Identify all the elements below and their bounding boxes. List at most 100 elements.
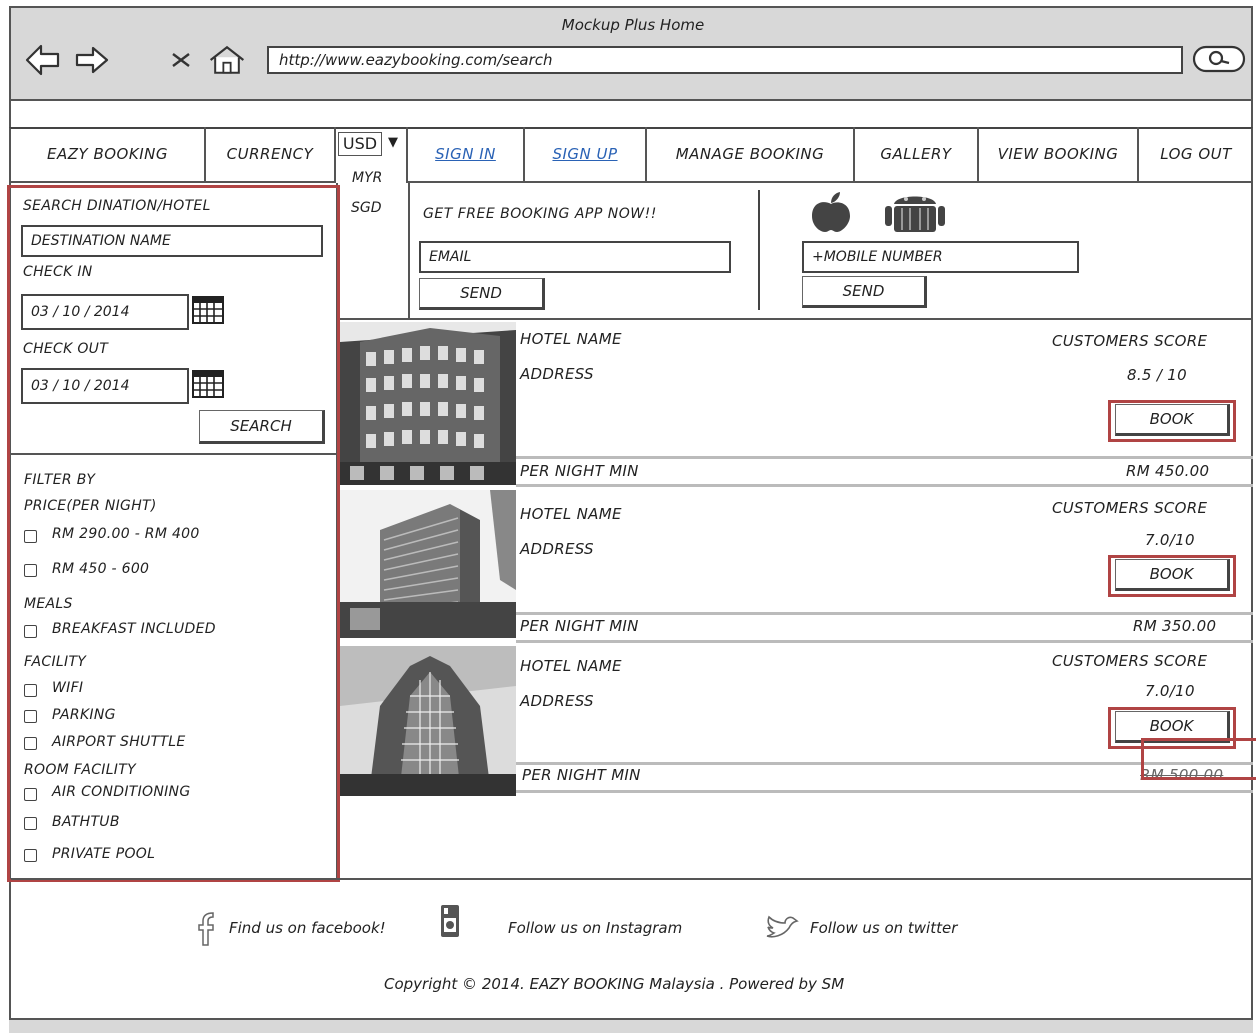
promo-divider-bottom — [336, 318, 1253, 320]
price-label: PER NIGHT MIN — [520, 617, 639, 635]
customers-score-label: CUSTOMERS SCORE — [1052, 499, 1208, 517]
room-option-2: BATHTUB — [52, 814, 120, 830]
nav-gallery[interactable]: GALLERY — [855, 127, 979, 183]
book-button[interactable]: BOOK — [1115, 404, 1230, 436]
customers-score: 8.5 / 10 — [1127, 366, 1187, 384]
price-label: PER NIGHT MIN — [520, 462, 639, 480]
url-bar[interactable]: http://www.eazybooking.com/search — [267, 46, 1183, 74]
book-button[interactable]: BOOK — [1115, 559, 1230, 591]
meals-heading: MEALS — [24, 596, 73, 612]
price-divider — [516, 790, 1253, 793]
email-send-button[interactable]: SEND — [419, 278, 545, 310]
chevron-down-icon[interactable]: ▼ — [388, 135, 398, 150]
price-checkbox-2[interactable] — [24, 564, 37, 577]
check-out-field[interactable]: 03 / 10 / 2014 — [21, 368, 189, 404]
nav-manage-booking[interactable]: MANAGE BOOKING — [647, 127, 855, 183]
meals-checkbox-1[interactable] — [24, 625, 37, 638]
toolbar-strip — [9, 99, 1253, 127]
back-icon[interactable] — [23, 42, 63, 78]
apple-icon[interactable] — [804, 190, 858, 234]
facebook-link[interactable]: Find us on facebook! — [229, 919, 386, 937]
price-divider — [516, 640, 1253, 643]
copyright-text: Copyright © 2014. EAZY BOOKING Malaysia … — [384, 975, 845, 993]
sign-up-link[interactable]: SIGN UP — [525, 127, 647, 183]
home-icon[interactable] — [207, 42, 247, 78]
facility-heading: FACILITY — [24, 654, 87, 670]
facility-checkbox-3[interactable] — [24, 737, 37, 750]
check-in-label: CHECK IN — [23, 264, 93, 280]
price-option-1: RM 290.00 - RM 400 — [52, 526, 200, 542]
sign-in-label[interactable]: SIGN IN — [435, 145, 496, 163]
facility-option-1: WIFI — [52, 680, 84, 696]
instagram-link[interactable]: Follow us on Instagram — [508, 919, 682, 937]
meals-option-1: BREAKFAST INCLUDED — [52, 621, 216, 637]
customers-score: 7.0/10 — [1145, 682, 1195, 700]
price-value: RM 350.00 — [1133, 617, 1217, 635]
calendar-icon[interactable] — [192, 370, 224, 398]
customers-score-label: CUSTOMERS SCORE — [1052, 332, 1208, 350]
twitter-link[interactable]: Follow us on twitter — [810, 919, 957, 937]
mobile-send-button[interactable]: SEND — [802, 276, 927, 308]
price-divider — [516, 612, 1253, 615]
room-facility-heading: ROOM FACILITY — [24, 762, 136, 778]
hotel-image[interactable] — [340, 490, 516, 638]
overflow-highlight — [1141, 738, 1256, 780]
promo-divider-left — [408, 183, 410, 320]
hotel-image[interactable] — [340, 646, 516, 796]
room-option-1: AIR CONDITIONING — [52, 784, 191, 800]
check-in-field[interactable]: 03 / 10 / 2014 — [21, 294, 189, 330]
facebook-icon[interactable] — [194, 912, 218, 946]
sidebar-separator — [11, 453, 337, 455]
facility-checkbox-2[interactable] — [24, 710, 37, 723]
price-label: PER NIGHT MIN — [522, 766, 641, 784]
hotel-name[interactable]: HOTEL NAME — [520, 330, 622, 348]
brand-logo[interactable]: EAZY BOOKING — [11, 127, 206, 183]
instagram-icon[interactable] — [440, 904, 460, 940]
hotel-address: ADDRESS — [520, 540, 594, 558]
facility-option-2: PARKING — [52, 707, 116, 723]
calendar-icon[interactable] — [192, 296, 224, 324]
destination-input[interactable]: DESTINATION NAME — [21, 225, 323, 257]
mobile-number-field[interactable]: +MOBILE NUMBER — [802, 241, 1079, 273]
close-icon[interactable] — [161, 42, 201, 78]
check-out-label: CHECK OUT — [23, 341, 109, 357]
price-divider — [516, 456, 1253, 459]
currency-option-sgd[interactable]: SGD — [351, 200, 382, 216]
customers-score: 7.0/10 — [1145, 531, 1195, 549]
currency-select[interactable]: USD — [338, 132, 382, 156]
customers-score-label: CUSTOMERS SCORE — [1052, 652, 1208, 670]
price-checkbox-1[interactable] — [24, 530, 37, 543]
room-checkbox-1[interactable] — [24, 788, 37, 801]
facility-checkbox-1[interactable] — [24, 684, 37, 697]
hotel-name[interactable]: HOTEL NAME — [520, 505, 622, 523]
room-option-3: PRIVATE POOL — [52, 846, 156, 862]
email-field[interactable]: EMAIL — [419, 241, 731, 273]
promo-text: GET FREE BOOKING APP NOW!! — [423, 206, 657, 222]
window-title: Mockup Plus Home — [561, 16, 705, 34]
hotel-address: ADDRESS — [520, 692, 594, 710]
search-icon[interactable] — [1192, 44, 1248, 74]
price-value: RM 450.00 — [1126, 462, 1210, 480]
sign-up-label[interactable]: SIGN UP — [552, 145, 617, 163]
room-checkbox-3[interactable] — [24, 849, 37, 862]
android-icon[interactable] — [880, 190, 950, 234]
promo-separator — [758, 190, 760, 310]
hotel-image[interactable] — [340, 322, 516, 485]
facility-option-3: AIRPORT SHUTTLE — [52, 734, 186, 750]
price-heading: PRICE(PER NIGHT) — [24, 498, 157, 514]
footer-divider — [11, 878, 1253, 880]
status-bar — [9, 1018, 1253, 1033]
hotel-address: ADDRESS — [520, 365, 594, 383]
search-button[interactable]: SEARCH — [199, 410, 325, 444]
room-checkbox-2[interactable] — [24, 817, 37, 830]
twitter-icon[interactable] — [763, 914, 803, 942]
sign-in-link[interactable]: SIGN IN — [408, 127, 525, 183]
forward-icon[interactable] — [71, 42, 111, 78]
hotel-name[interactable]: HOTEL NAME — [520, 657, 622, 675]
currency-label: CURRENCY — [206, 127, 336, 183]
nav-log-out[interactable]: LOG OUT — [1139, 127, 1253, 183]
browser-chrome: Mockup Plus Home http://www.eazybooking.… — [9, 6, 1253, 99]
search-heading: SEARCH DINATION/HOTEL — [23, 198, 211, 214]
currency-option-myr[interactable]: MYR — [352, 170, 382, 186]
nav-view-booking[interactable]: VIEW BOOKING — [979, 127, 1139, 183]
